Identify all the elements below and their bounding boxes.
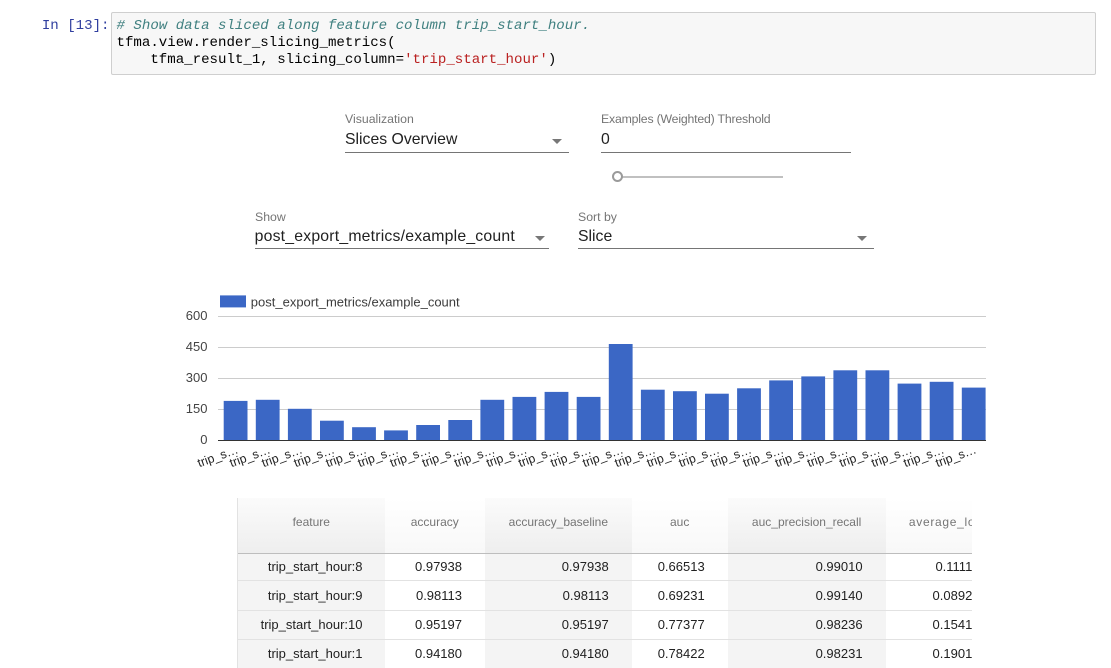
svg-text:150: 150 <box>186 401 208 416</box>
svg-text:0: 0 <box>200 432 207 447</box>
svg-text:post_export_metrics/example_co: post_export_metrics/example_count <box>251 295 460 310</box>
svg-text:300: 300 <box>186 370 208 385</box>
svg-text:600: 600 <box>186 308 208 323</box>
svg-text:450: 450 <box>186 339 208 354</box>
